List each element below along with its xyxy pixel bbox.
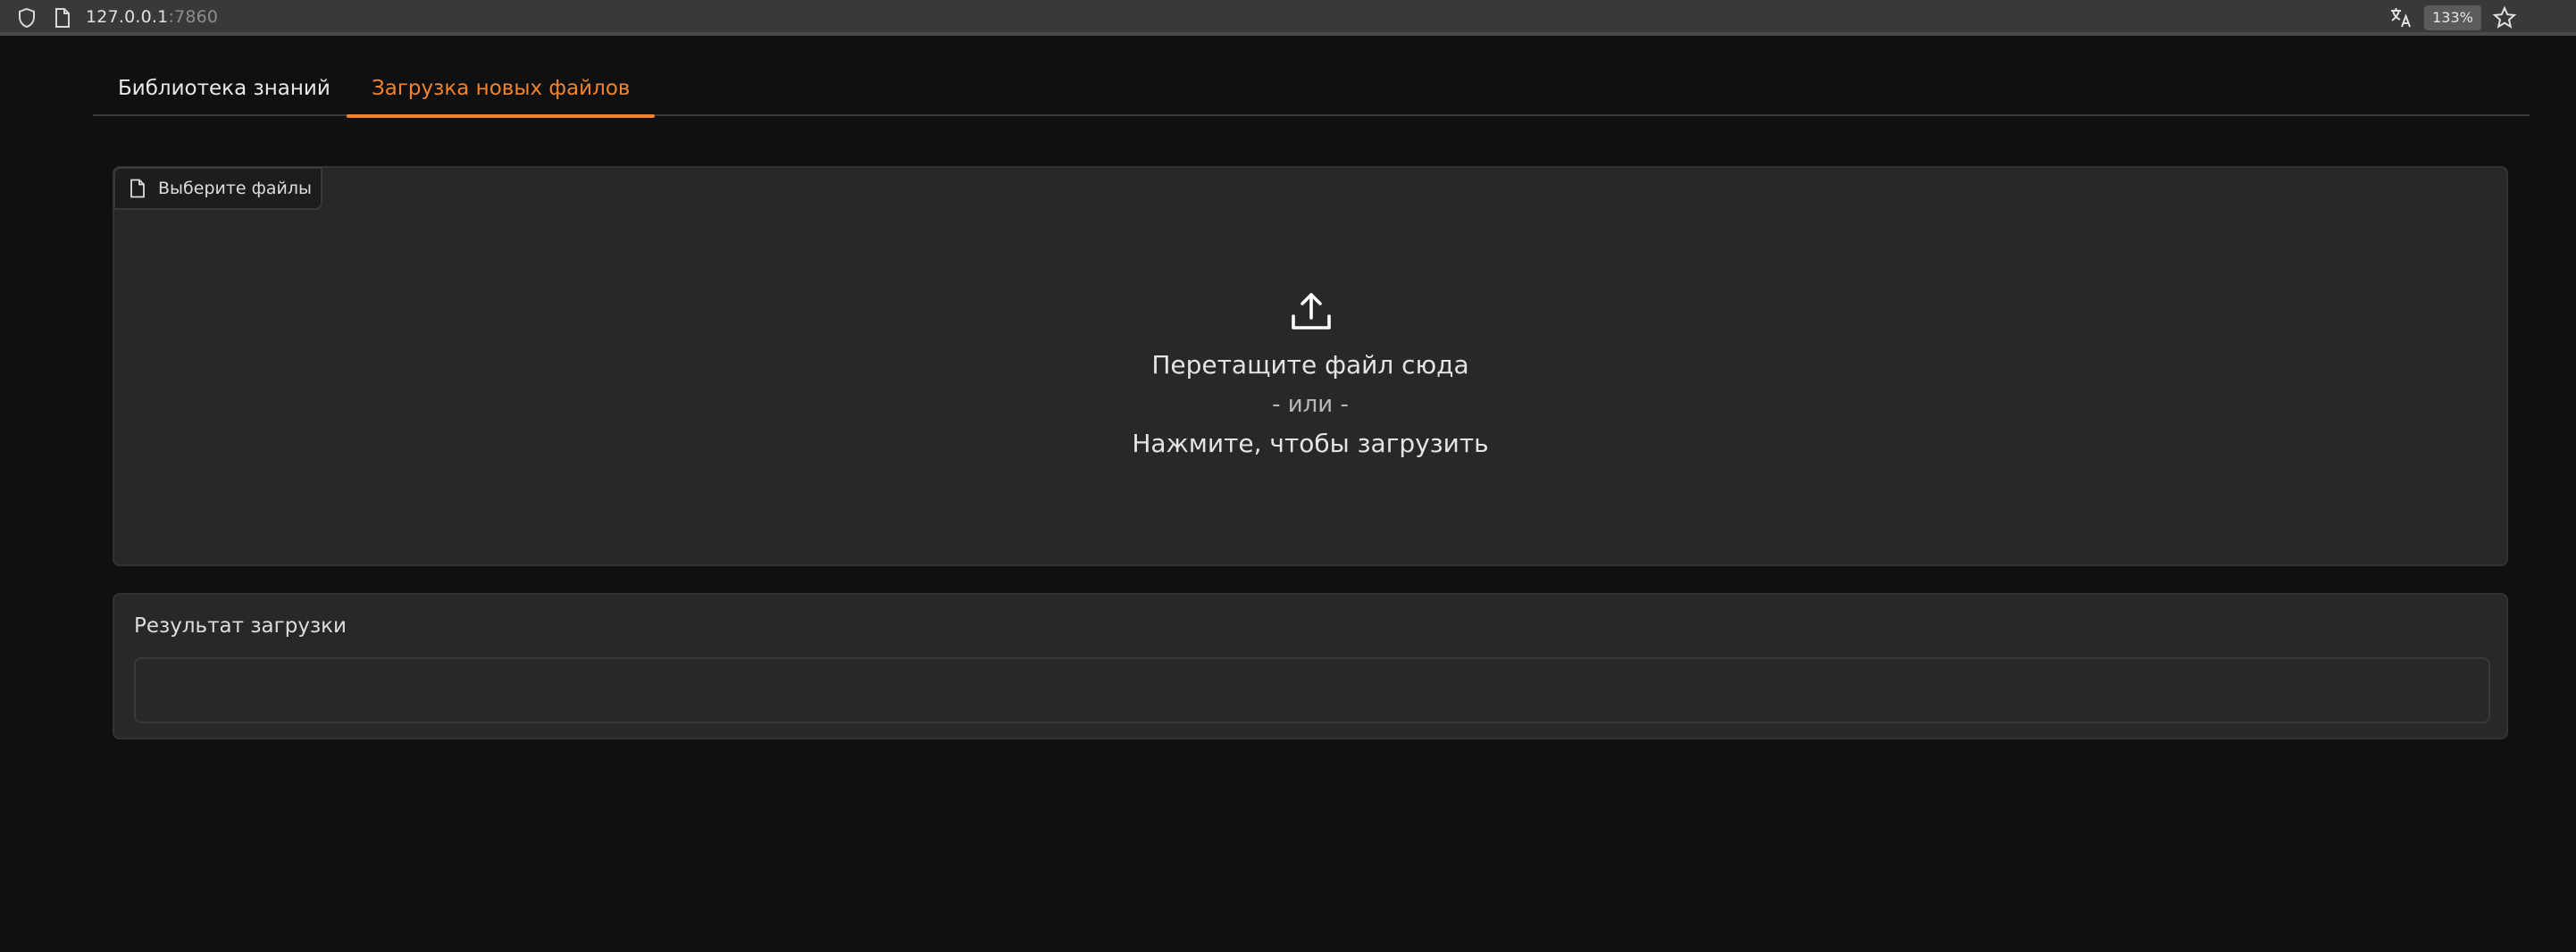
page-icon: [55, 8, 70, 28]
star-icon[interactable]: [2492, 5, 2517, 30]
drop-instruction: Перетащите файл сюда: [1151, 350, 1469, 380]
url-port: :7860: [168, 7, 219, 27]
url-host: 127.0.0.1: [86, 7, 169, 27]
drop-or-separator: - или -: [1272, 391, 1349, 418]
translate-icon[interactable]: [2388, 5, 2413, 30]
file-input-label: Выберите файлы: [113, 167, 322, 210]
shield-icon[interactable]: [16, 7, 38, 29]
tab-bar: Библиотека знаний Загрузка новых файлов: [93, 61, 2530, 118]
zoom-indicator[interactable]: 133%: [2424, 5, 2481, 30]
browser-address-bar: 127.0.0.1:7860 133%: [0, 0, 2576, 36]
file-input-label-text: Выберите файлы: [158, 179, 313, 198]
file-dropzone[interactable]: Выберите файлы Перетащите файл сюда - ил…: [113, 166, 2508, 566]
upload-result-output[interactable]: [134, 657, 2490, 723]
url-field[interactable]: 127.0.0.1:7860: [86, 6, 218, 28]
upload-result-panel: Результат загрузки: [113, 593, 2508, 739]
tab-knowledge-library[interactable]: Библиотека знаний: [93, 61, 355, 116]
file-icon: [130, 179, 145, 198]
upload-result-label: Результат загрузки: [134, 614, 347, 638]
tab-upload-new-files[interactable]: Загрузка новых файлов: [347, 61, 656, 118]
click-to-upload-text: Нажмите, чтобы загрузить: [1132, 429, 1489, 458]
upload-icon: [1292, 293, 1331, 330]
